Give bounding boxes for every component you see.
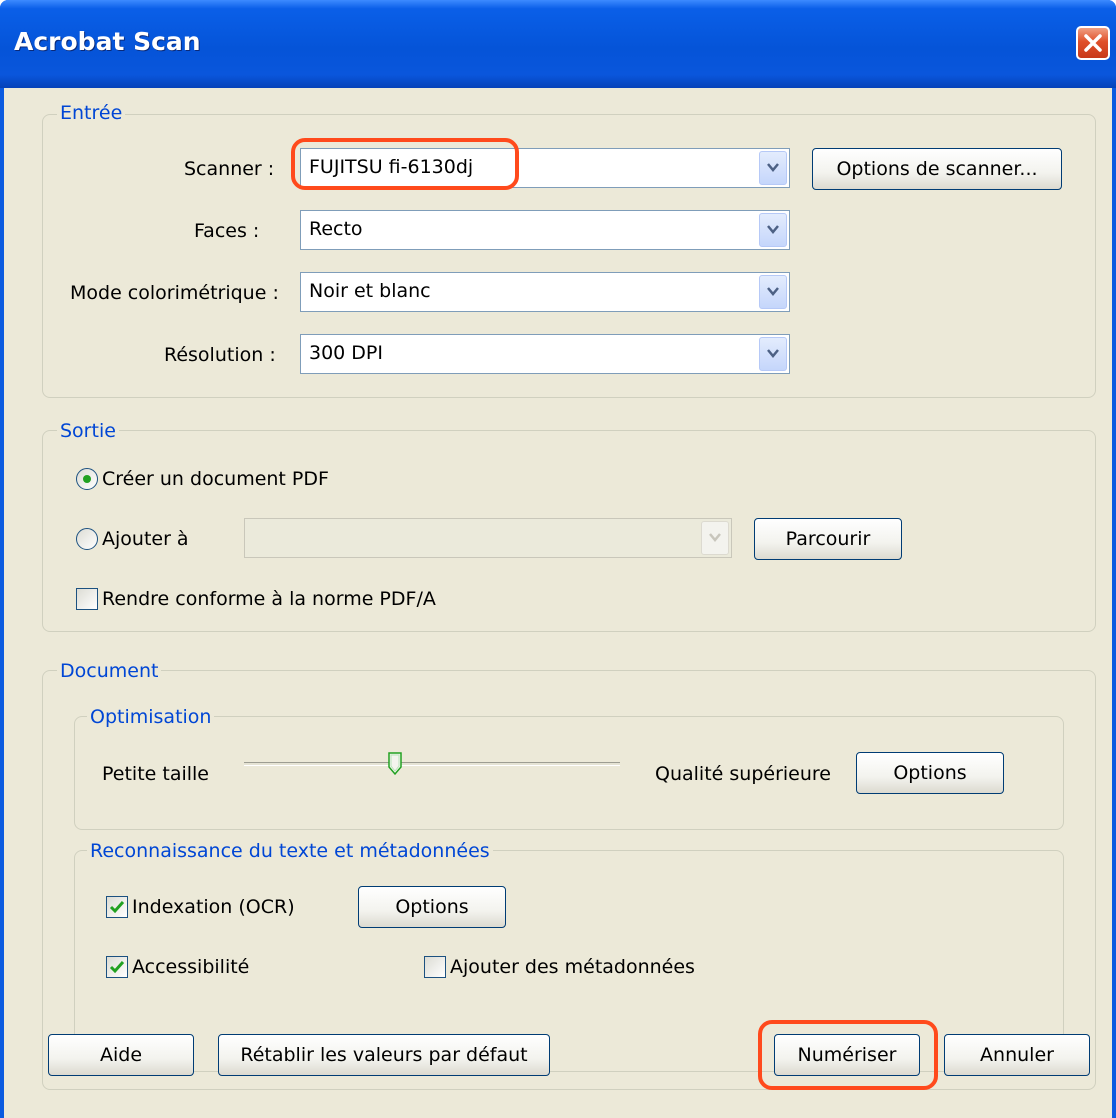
radio-selected-dot: [83, 475, 91, 483]
legend-ocr: Reconnaissance du texte et métadonnées: [87, 840, 493, 862]
ocr-options-button[interactable]: Options: [358, 886, 506, 928]
indexation-checkbox[interactable]: [106, 896, 128, 918]
title-bar[interactable]: Acrobat Scan: [0, 0, 1116, 88]
pdfa-checkbox[interactable]: [76, 588, 98, 610]
append-label[interactable]: Ajouter à: [102, 527, 189, 551]
optimisation-options-button[interactable]: Options: [856, 752, 1004, 794]
legend-sortie: Sortie: [57, 420, 119, 442]
create-pdf-label[interactable]: Créer un document PDF: [102, 467, 329, 491]
append-file-select: [244, 518, 732, 558]
browse-button[interactable]: Parcourir: [754, 518, 902, 560]
dialog-client: Entrée Scanner : FUJITSU fi-6130dj Optio…: [4, 88, 1112, 1118]
scanner-label: Scanner :: [184, 158, 275, 180]
close-button[interactable]: [1076, 26, 1110, 60]
create-pdf-radio[interactable]: [76, 468, 98, 490]
checkmark-icon: [109, 961, 125, 974]
indexation-label[interactable]: Indexation (OCR): [132, 895, 295, 919]
color-mode-select[interactable]: Noir et blanc: [300, 272, 790, 312]
faces-label: Faces :: [194, 220, 260, 242]
optimisation-slider-track[interactable]: [244, 762, 620, 766]
chevron-down-icon: [767, 349, 779, 358]
chevron-down-icon: [767, 163, 779, 172]
slider-max-label: Qualité supérieure: [655, 763, 831, 785]
optimisation-slider-thumb[interactable]: [388, 752, 402, 776]
faces-select[interactable]: Recto: [300, 210, 790, 250]
resolution-label: Résolution :: [164, 344, 276, 366]
faces-value: Recto: [309, 218, 363, 240]
append-radio[interactable]: [76, 528, 98, 550]
metadata-checkbox[interactable]: [424, 956, 446, 978]
legend-optimisation: Optimisation: [87, 706, 215, 728]
accessibilite-checkbox[interactable]: [106, 956, 128, 978]
window-title: Acrobat Scan: [14, 27, 201, 56]
metadata-label[interactable]: Ajouter des métadonnées: [450, 955, 695, 979]
acrobat-scan-dialog: Acrobat Scan Entrée Scanner : FUJITSU fi…: [0, 0, 1116, 1118]
legend-entree: Entrée: [57, 102, 126, 124]
close-icon: [1084, 34, 1102, 52]
append-dropdown-button: [701, 521, 729, 555]
slider-min-label: Petite taille: [102, 763, 209, 785]
reset-defaults-button[interactable]: Rétablir les valeurs par défaut: [218, 1034, 550, 1076]
accessibilite-label[interactable]: Accessibilité: [132, 955, 249, 979]
resolution-dropdown-button[interactable]: [759, 337, 787, 371]
scan-button-highlight: [758, 1020, 938, 1090]
pdfa-label[interactable]: Rendre conforme à la norme PDF/A: [102, 587, 436, 611]
help-button[interactable]: Aide: [48, 1034, 194, 1076]
color-mode-value: Noir et blanc: [309, 280, 431, 302]
chevron-down-icon: [767, 225, 779, 234]
faces-dropdown-button[interactable]: [759, 213, 787, 247]
mode-label: Mode colorimétrique :: [70, 282, 279, 304]
scanner-options-button[interactable]: Options de scanner...: [812, 148, 1062, 190]
chevron-down-icon: [709, 533, 721, 542]
cancel-button[interactable]: Annuler: [944, 1034, 1090, 1076]
resolution-value: 300 DPI: [309, 342, 383, 364]
checkmark-icon: [109, 901, 125, 914]
scanner-highlight: [291, 138, 519, 190]
legend-document: Document: [57, 660, 162, 682]
color-mode-dropdown-button[interactable]: [759, 275, 787, 309]
scanner-dropdown-button[interactable]: [759, 151, 787, 185]
resolution-select[interactable]: 300 DPI: [300, 334, 790, 374]
chevron-down-icon: [767, 287, 779, 296]
